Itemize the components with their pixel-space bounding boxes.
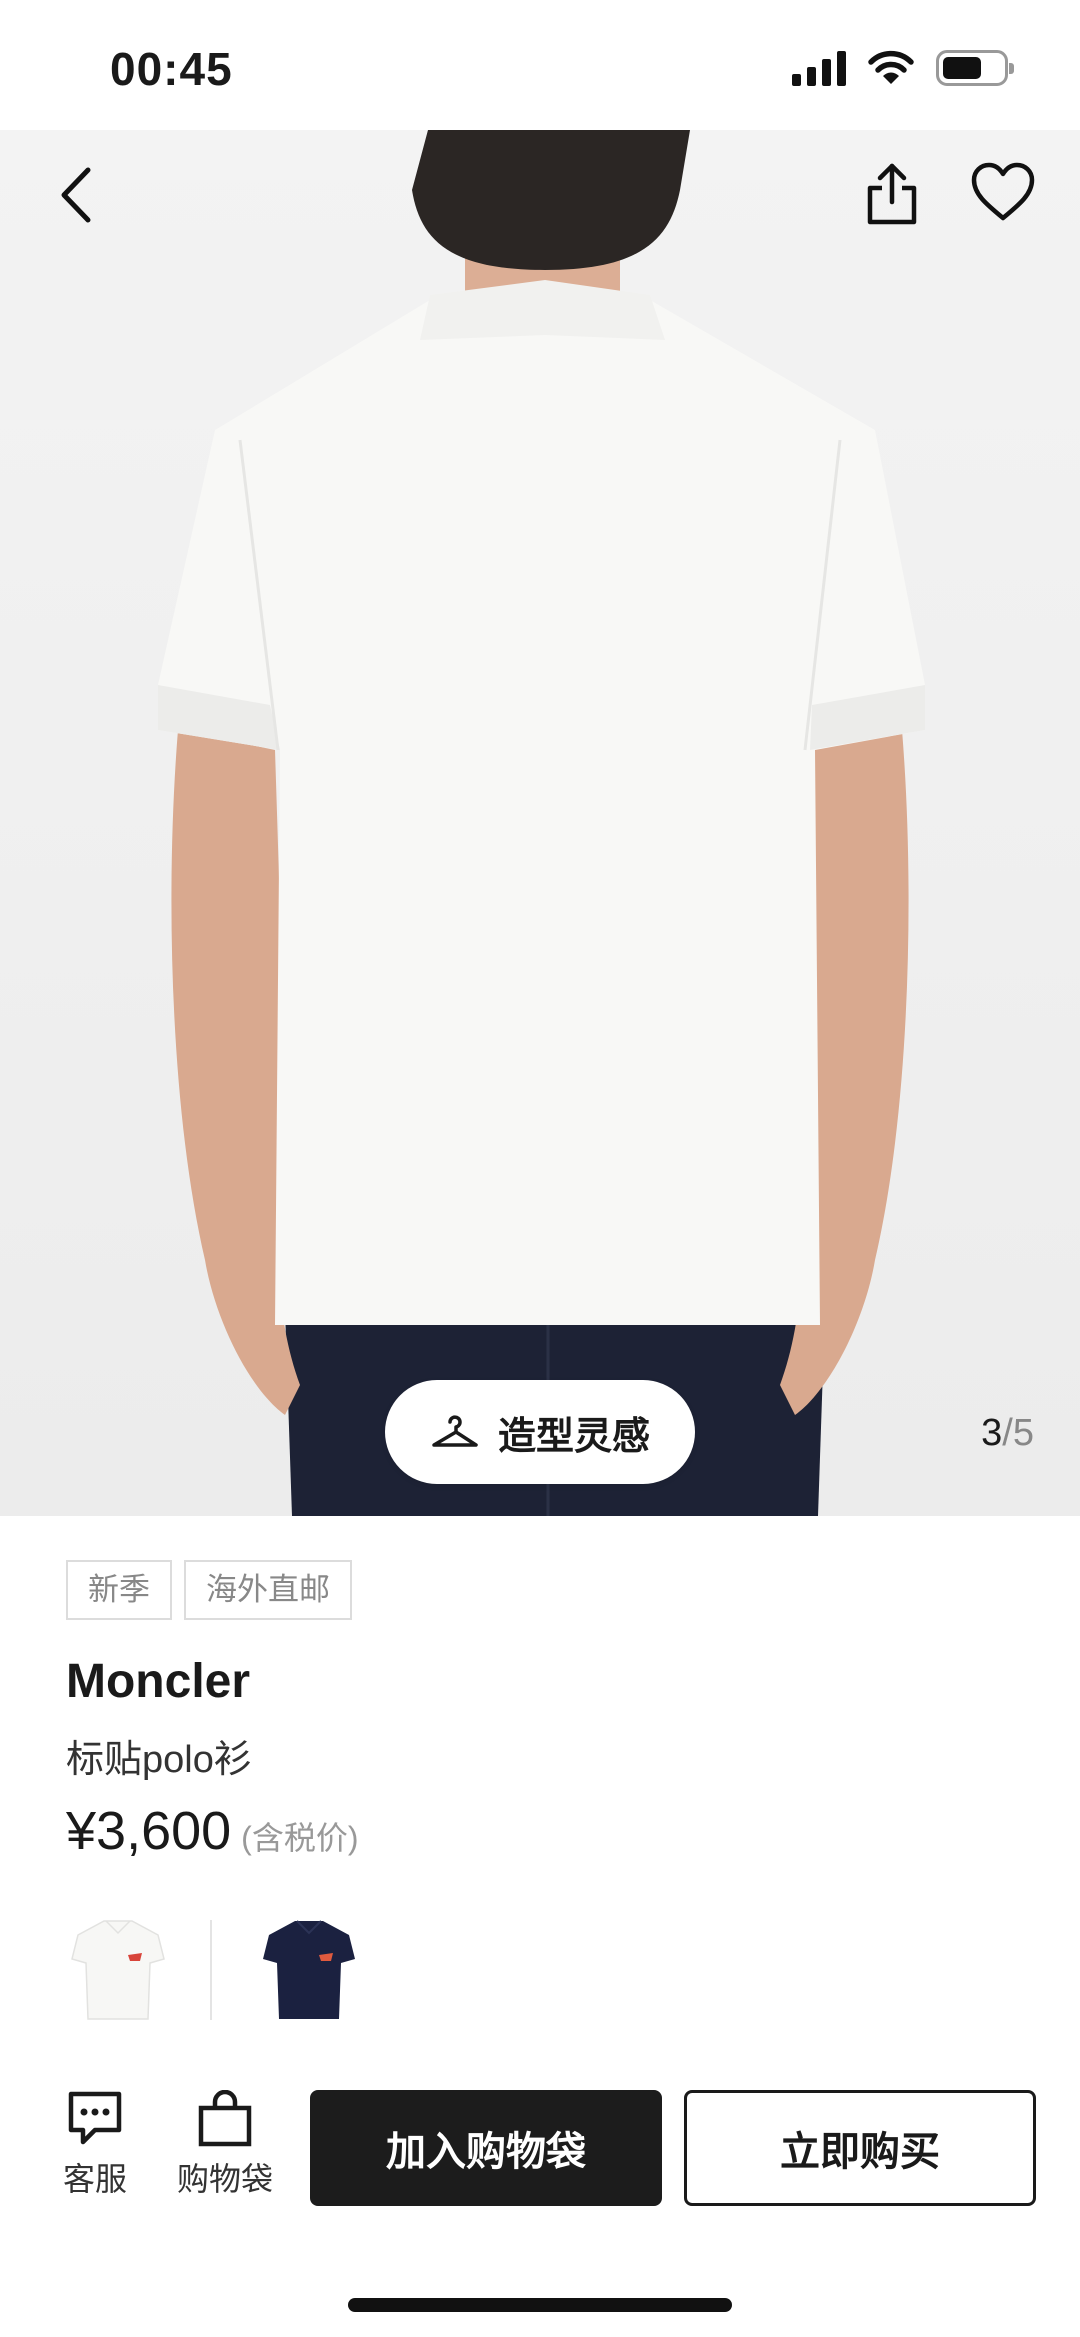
home-indicator[interactable] bbox=[348, 2298, 732, 2312]
bottom-action-bar: 客服 购物袋 加入购物袋 立即购买 bbox=[0, 2090, 1080, 2220]
product-image-gallery[interactable]: 造型灵感 3/5 bbox=[0, 130, 1080, 1516]
battery-icon bbox=[936, 50, 1014, 86]
swatch-navy[interactable] bbox=[257, 1910, 361, 2030]
pager-separator: / bbox=[1002, 1412, 1013, 1454]
style-inspiration-button[interactable]: 造型灵感 bbox=[385, 1380, 695, 1484]
share-icon[interactable] bbox=[860, 158, 924, 228]
price: ¥3,600 bbox=[66, 1801, 232, 1861]
status-bar: 00:45 bbox=[0, 0, 1080, 130]
tax-note: (含税价) bbox=[241, 1820, 359, 1856]
pager-current: 3 bbox=[981, 1412, 1003, 1454]
status-icons bbox=[792, 50, 1014, 86]
color-swatches bbox=[66, 1910, 361, 2030]
cellular-signal-icon bbox=[792, 50, 846, 86]
buy-now-button[interactable]: 立即购买 bbox=[684, 2090, 1036, 2206]
shopping-bag-label: 购物袋 bbox=[176, 2161, 273, 2197]
style-inspiration-label: 造型灵感 bbox=[497, 1415, 650, 1458]
tag-overseas-shipping: 海外直邮 bbox=[184, 1560, 352, 1620]
back-arrow-icon[interactable] bbox=[50, 160, 110, 230]
pager-total: 5 bbox=[1012, 1412, 1034, 1454]
customer-service-label: 客服 bbox=[62, 2161, 127, 2197]
tag-new-season: 新季 bbox=[66, 1560, 172, 1620]
shopping-bag-button[interactable]: 购物袋 bbox=[170, 2090, 280, 2200]
shopping-bag-icon bbox=[198, 2090, 252, 2147]
add-to-bag-button[interactable]: 加入购物袋 bbox=[310, 2090, 662, 2206]
customer-service-button[interactable]: 客服 bbox=[40, 2090, 150, 2200]
swatch-white[interactable] bbox=[66, 1910, 170, 2030]
wifi-icon bbox=[868, 50, 914, 84]
swatch-divider bbox=[210, 1920, 212, 2020]
heart-icon[interactable] bbox=[968, 160, 1038, 226]
image-pager: 3/5 bbox=[981, 1412, 1034, 1455]
white-polo-thumbnail bbox=[71, 1920, 165, 2020]
status-time: 00:45 bbox=[110, 43, 233, 95]
price-row: ¥3,600 (含税价) bbox=[66, 1800, 359, 1862]
product-photo bbox=[158, 130, 925, 1516]
brand-name[interactable]: Moncler bbox=[66, 1654, 250, 1709]
product-name: 标贴polo衫 bbox=[66, 1739, 252, 1781]
hanger-icon bbox=[432, 1415, 478, 1447]
navy-polo-thumbnail bbox=[263, 1920, 355, 2019]
chat-bubble-icon bbox=[68, 2091, 122, 2145]
product-tags: 新季 海外直邮 bbox=[66, 1560, 352, 1620]
